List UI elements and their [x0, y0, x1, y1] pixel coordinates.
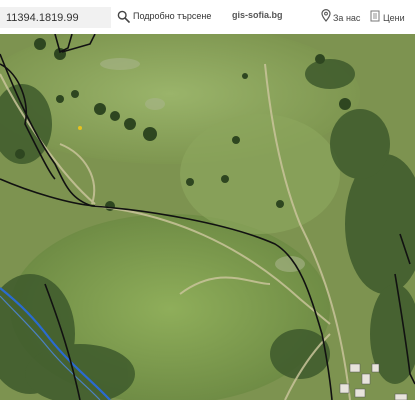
document-icon — [370, 9, 380, 27]
map-canvas[interactable] — [0, 34, 415, 400]
location-marker — [78, 126, 82, 130]
prices-label: Цени — [383, 13, 405, 23]
about-us-label: За нас — [333, 13, 361, 23]
search-icon[interactable] — [117, 10, 130, 23]
prices-link[interactable]: Цени — [370, 9, 405, 27]
top-toolbar: Подробно търсене gis-sofia.bg За нас Цен… — [0, 0, 415, 34]
about-us-link[interactable]: За нас — [321, 9, 360, 27]
site-brand[interactable]: gis-sofia.bg — [232, 10, 283, 20]
advanced-search-link[interactable]: Подробно търсене — [133, 11, 211, 21]
meadow-center — [180, 114, 340, 234]
map-pin-icon — [321, 9, 331, 27]
coordinates-search-input[interactable] — [0, 7, 111, 28]
satellite-map-view[interactable] — [0, 34, 415, 400]
